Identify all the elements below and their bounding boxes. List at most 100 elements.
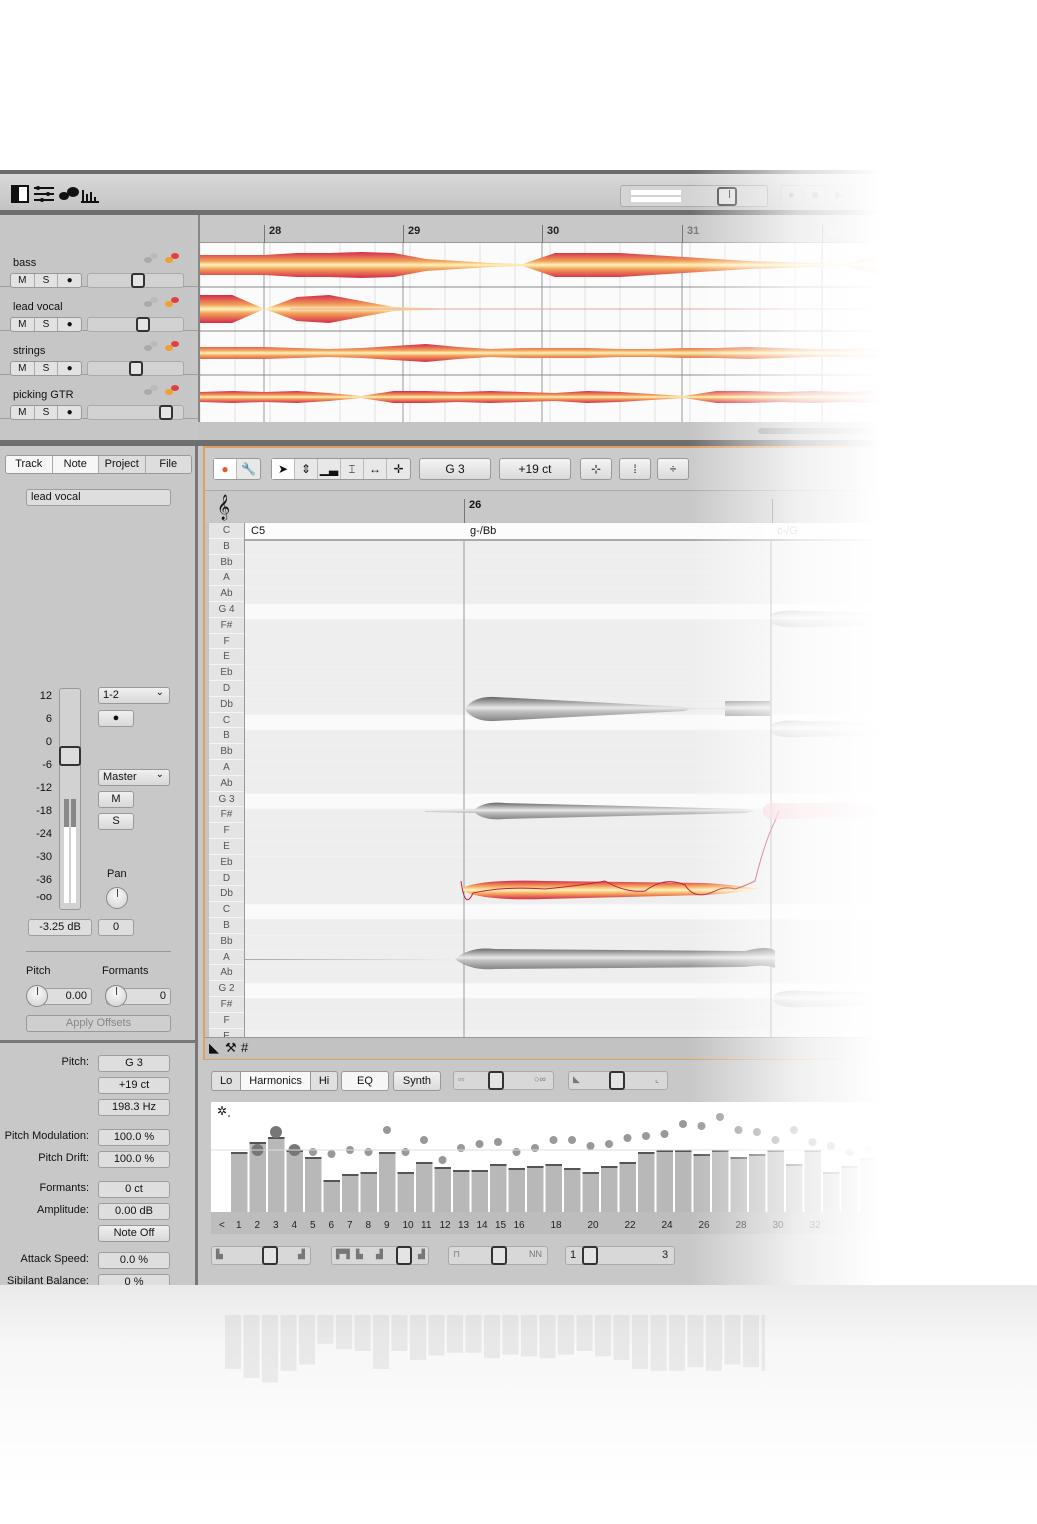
harmonic-bar[interactable] [490,1164,507,1212]
track-volume-slider[interactable] [87,405,184,420]
piano-key[interactable]: A [209,950,244,966]
piano-key[interactable]: E [209,649,244,666]
harmonic-bar[interactable] [323,1180,341,1212]
note-frequency-field[interactable]: 198.3 Hz [98,1099,170,1116]
waveform-slider[interactable]: ⊓ NN [448,1246,548,1265]
harmonic-target-dot[interactable] [919,1156,928,1164]
harmonic-target-dot[interactable] [364,1148,373,1156]
harmonic-target-dot[interactable] [383,1126,391,1134]
odd-even-slider-knob[interactable] [396,1246,412,1265]
record-button[interactable]: ● [58,274,81,287]
input-select[interactable]: 1-2 [98,685,170,704]
track-name[interactable]: picking GTR [13,389,74,401]
solo-button[interactable]: S [35,406,59,419]
record-button[interactable]: ● [58,406,81,419]
harmonic-bar[interactable] [675,1150,692,1212]
note-blob[interactable] [455,948,775,970]
track-waveform[interactable] [200,252,1037,278]
piano-key[interactable]: Bb [209,744,244,760]
record-button[interactable]: ● [58,362,81,375]
tab-file[interactable]: File [145,456,191,473]
harmonic-bar[interactable] [656,1150,674,1212]
blobs-gray-icon[interactable] [143,296,159,308]
track-name[interactable]: strings [13,345,45,357]
note-formants-field[interactable]: 0 ct [98,1181,170,1198]
harmonic-target-dot[interactable] [401,1148,410,1156]
harmonic-bar[interactable] [342,1174,359,1212]
stop-icon[interactable]: ■ [804,185,826,207]
piano-key[interactable]: Bb [209,555,244,571]
harmonic-bar[interactable] [305,1157,322,1212]
harmonic-target-dot[interactable] [808,1138,817,1146]
envelope-slider[interactable]: ◣ ⌞ [568,1071,668,1090]
mixer-icon[interactable] [33,184,55,204]
tuning-fork-icon[interactable]: ⚒ [225,1040,237,1056]
piano-key[interactable]: Ab [209,776,244,792]
harmonic-target-dot[interactable] [734,1126,743,1134]
harmonics-spectrum[interactable]: ✲˯ <1 2 3 4 5 6 7 8 9 10 11 12 13 14 15 16 18 20 22 24 26 28 3… [211,1102,1037,1234]
harmonic-target-dot[interactable] [993,1170,1002,1178]
master-volume-knob[interactable] [717,187,737,206]
correct-pitch-icon[interactable]: ⊹ [580,458,612,480]
chord-label[interactable]: C5 [251,525,265,537]
harmonic-target-dot[interactable] [882,1152,891,1160]
harmonic-target-dot[interactable] [771,1136,780,1144]
note-separation-tool-icon[interactable]: ✛ [387,459,410,479]
formant-tool-icon[interactable]: ⌶ [341,459,364,479]
harmonic-target-dot[interactable] [1012,1178,1020,1186]
record-enable-button[interactable]: ● [98,710,134,727]
master-level-meter[interactable] [620,185,768,207]
track-name[interactable]: lead vocal [13,301,63,313]
piano-key[interactable]: F# [209,807,244,824]
harmonic-target-dot[interactable] [309,1148,317,1156]
harmonic-bar[interactable] [508,1168,526,1212]
harmonic-target-dot[interactable] [623,1134,632,1142]
harmonic-bar[interactable] [619,1162,637,1212]
tilt-slider-knob[interactable] [262,1246,278,1265]
harmonic-range-knob[interactable] [582,1246,598,1265]
amplitude-tool-icon[interactable]: ▁▃ [318,459,341,479]
play-icon[interactable]: ▶ [828,185,850,207]
harmonic-target-dot[interactable] [845,1148,854,1156]
scrollbar-thumb[interactable] [758,428,908,434]
piano-key[interactable]: B [209,918,244,934]
blobs-color-icon[interactable] [164,384,180,396]
piano-key[interactable]: C [209,902,244,918]
harmonic-bar[interactable] [897,1164,914,1212]
harmonic-bar[interactable] [971,1160,988,1212]
tab-hi[interactable]: Hi [309,1071,339,1091]
note-cents-field[interactable]: +19 ct [499,458,571,480]
piano-key[interactable]: B [209,539,244,555]
blobs-gray-icon[interactable] [143,340,159,352]
apply-offsets-button[interactable]: Apply Offsets [26,1015,171,1032]
track-row[interactable]: bass M S ● [0,243,198,288]
track-name[interactable]: bass [13,257,36,269]
harmonic-bar[interactable] [601,1166,618,1212]
harmonic-target-dot[interactable] [512,1148,521,1156]
blobs-gray-icon[interactable] [143,384,159,396]
piano-key[interactable]: A [209,570,244,587]
piano-key[interactable]: F [209,823,244,839]
next-note-blob[interactable] [763,803,1037,819]
blobs-gray-icon[interactable] [143,252,159,264]
harmonic-bar[interactable] [286,1150,304,1212]
piano-key[interactable]: C [209,523,244,539]
note-pitch-field[interactable]: G 3 [98,1055,170,1072]
piano-key[interactable]: Bb [209,934,244,950]
harmonic-target-dot[interactable] [716,1113,724,1121]
harmonic-bar[interactable] [952,1170,970,1212]
spectrum-icon[interactable] [80,184,100,204]
harmonic-bar[interactable] [693,1154,711,1212]
loop-icon[interactable]: ○ [852,185,874,207]
track-volume-knob[interactable] [131,273,145,288]
harmonic-bar[interactable] [804,1150,822,1212]
track-volume-slider[interactable] [87,317,184,332]
harmonic-bar[interactable] [841,1166,859,1212]
pitch-modulation-field[interactable]: 100.0 % [98,1129,170,1146]
quantize-time-icon[interactable]: ⁞ [619,458,651,480]
note-cents-field[interactable]: +19 ct [98,1077,170,1094]
piano-key[interactable]: Db [209,886,244,903]
harmonic-bar[interactable] [730,1157,748,1212]
volume-value[interactable]: -3.25 dB [28,919,92,936]
harmonic-target-dot[interactable] [790,1126,798,1134]
